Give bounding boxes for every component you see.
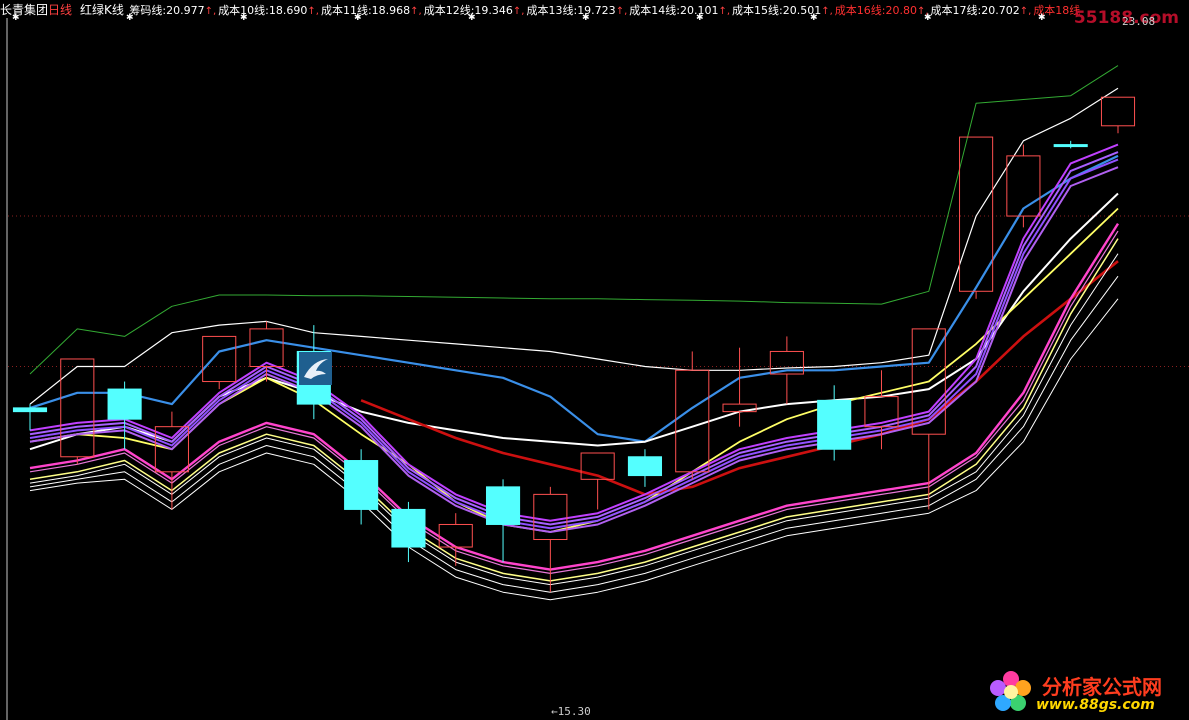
watermark-bottom: 分析家公式网 www.88gs.com	[984, 663, 1189, 720]
candle	[485, 479, 521, 563]
candlestick-chart	[6, 18, 1189, 720]
candle	[627, 449, 663, 487]
star-marker-icon: ✱	[810, 13, 818, 23]
candle-body-down	[485, 486, 521, 525]
candle	[107, 381, 142, 450]
candle-body-up	[675, 369, 710, 473]
candle-body-down	[391, 508, 426, 548]
star-marker-icon: ✱	[582, 13, 590, 23]
series-line-green	[29, 65, 1119, 375]
star-marker-icon: ✱	[240, 13, 248, 23]
candle-body-up	[202, 335, 237, 383]
candle-body-down	[344, 460, 379, 510]
star-marker-icon: ✱	[924, 13, 932, 23]
candle	[60, 358, 95, 465]
candle	[817, 385, 852, 461]
candle-body-up	[1100, 96, 1136, 127]
candle-body-down	[627, 456, 663, 477]
star-marker-icon: ✱	[468, 13, 476, 23]
candle	[12, 404, 48, 431]
star-marker-icon: ✱	[126, 13, 134, 23]
candle-body-up	[249, 328, 284, 367]
indicator-lines	[29, 65, 1120, 601]
series-line-magenta-1	[29, 143, 1119, 522]
high-price-label: 23.08	[1122, 15, 1156, 28]
series-line-pink-low-2	[29, 230, 1119, 574]
star-marker-icon: ✱	[1038, 13, 1046, 23]
series-line-white-low-3	[29, 298, 1119, 601]
watermark-brand: 分析家公式网	[1042, 675, 1162, 699]
watermark-url: www.88gs.com	[1036, 697, 1155, 713]
candle-body-down	[12, 407, 48, 413]
low-price-label: ←15.30	[551, 705, 591, 718]
logo-icon	[299, 352, 332, 385]
candle	[1006, 144, 1041, 228]
candle-body-down	[817, 399, 852, 450]
series-line-white-low-1	[29, 253, 1119, 586]
candle-body-up	[60, 358, 95, 458]
series-line-yellow-low	[29, 238, 1119, 582]
series-line-white-low-2	[29, 275, 1119, 593]
star-marker-icon: ✱	[696, 13, 704, 23]
candle-body-down	[107, 388, 142, 420]
candle-body-down	[1053, 144, 1088, 148]
star-marker-icon: ✱	[12, 13, 20, 23]
marker-stars: ✱ ✱ ✱ ✱ ✱ ✱ ✱ ✱ ✱ ✱	[0, 13, 1189, 23]
star-marker-icon: ✱	[354, 13, 362, 23]
candle	[249, 321, 284, 382]
series-line-white-top	[29, 87, 1119, 405]
candle	[391, 501, 426, 563]
flower-logo-icon	[990, 671, 1031, 711]
candle	[1100, 96, 1136, 134]
candle	[533, 486, 568, 593]
candle	[1053, 140, 1088, 149]
candle-body-up	[1006, 155, 1041, 217]
